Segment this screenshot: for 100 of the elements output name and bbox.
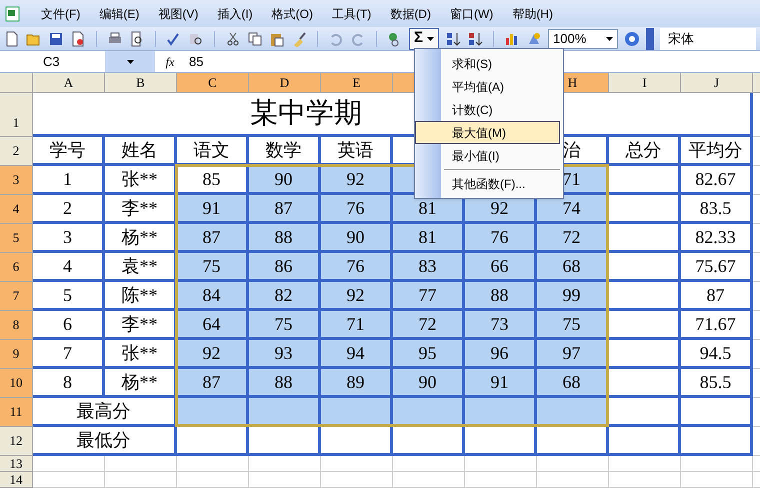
column-header[interactable]: B [105, 73, 177, 93]
table-cell-text: 李** [122, 196, 158, 220]
menu-item[interactable]: 格式(O) [272, 4, 313, 22]
row-header[interactable]: 5 [0, 224, 33, 253]
table-cell-text: 68 [562, 254, 580, 278]
table-cell-text: 学号 [50, 138, 86, 162]
row-header[interactable]: 3 [0, 166, 33, 195]
table-cell [681, 472, 753, 488]
row-header[interactable]: 13 [0, 456, 33, 472]
table-cell-text: 92 [490, 196, 508, 220]
excel-document-icon[interactable] [4, 4, 22, 22]
table-cell [105, 472, 177, 488]
menu-item[interactable]: 窗口(W) [450, 4, 494, 22]
table-cell-text: 76 [490, 226, 508, 248]
menu-item[interactable]: 帮助(H) [512, 4, 553, 22]
column-header[interactable]: E [321, 73, 393, 93]
table-cell-text: 92 [346, 284, 364, 306]
caret-icon[interactable] [126, 60, 134, 64]
column-header[interactable]: A [33, 73, 105, 93]
table-cell-text: 陈** [122, 284, 158, 306]
row-header[interactable]: 12 [0, 427, 33, 456]
column-header[interactable]: I [609, 73, 681, 93]
table-cell [537, 472, 609, 488]
table-cell-text: 90 [274, 168, 292, 190]
table-cell-text: 68 [562, 370, 580, 394]
table-cell-text: 81 [418, 226, 436, 248]
table-cell-text: 英语 [338, 138, 374, 162]
table-cell-text: 75 [274, 312, 292, 336]
table-cell-text: 88 [274, 226, 292, 248]
function-label[interactable]: fx [155, 52, 185, 70]
table-cell [465, 456, 537, 472]
table-cell-text: 2 [63, 196, 72, 220]
new-document-icon[interactable] [4, 30, 20, 46]
menu-item[interactable]: 文件(F) [41, 4, 80, 22]
table-cell-text: 88 [274, 370, 292, 394]
table-cell [609, 456, 681, 472]
table-cell-text: 66 [490, 254, 508, 278]
table-cell [105, 456, 177, 472]
table-cell-text: 杨** [122, 370, 158, 394]
menu-item[interactable]: 其他函数(F)... [415, 172, 560, 195]
table-cell-text: 76 [346, 254, 364, 278]
menu-item[interactable]: 工具(T) [332, 4, 372, 22]
row-header[interactable]: 11 [0, 398, 33, 427]
table-cell-text: 平均分 [688, 138, 742, 162]
table-cell-text: 数学 [266, 138, 302, 162]
toolbar-options-button[interactable] [646, 28, 654, 50]
drawing-icon[interactable] [526, 30, 542, 46]
row-header[interactable]: 9 [0, 340, 33, 369]
column-header[interactable]: C [177, 73, 249, 93]
zoom-field[interactable]: 100% [548, 28, 618, 48]
column-header[interactable]: J [681, 73, 753, 93]
menu-item[interactable]: 最大值(M) [415, 121, 560, 144]
table-cell [465, 427, 537, 456]
table-cell-text: 李** [122, 312, 158, 336]
caret-icon[interactable] [606, 36, 614, 40]
menu-item[interactable]: 求和(S) [415, 52, 560, 75]
table-cell-text: 治 [562, 138, 580, 162]
row-header[interactable]: 4 [0, 195, 33, 224]
menu-item[interactable]: 视图(V) [158, 4, 198, 22]
table-cell-text: 82.67 [695, 168, 736, 190]
table-cell-text: 1 [63, 168, 72, 190]
table-cell-text: 87 [202, 226, 220, 248]
row-header[interactable]: 6 [0, 253, 33, 282]
menu-item[interactable]: 插入(I) [217, 4, 253, 22]
column-header[interactable]: D [249, 73, 321, 93]
copy-icon[interactable] [247, 30, 263, 46]
table-cell-text: 75 [562, 312, 580, 336]
table-cell-text: 75 [202, 254, 220, 278]
sort-descending-icon[interactable] [467, 30, 484, 46]
menu-item[interactable]: 编辑(E) [99, 4, 140, 22]
table-cell-text: 73 [490, 312, 508, 336]
table-cell [537, 456, 609, 472]
table-cell-text: 杨** [122, 226, 158, 248]
row-header[interactable]: 14 [0, 472, 33, 488]
sort-ascending-icon[interactable] [445, 30, 462, 46]
help-icon[interactable] [624, 30, 640, 46]
table-cell-text: 99 [562, 284, 580, 306]
table-cell-text: 72 [418, 312, 436, 336]
save-icon[interactable] [48, 30, 64, 46]
table-cell-text: 85 [202, 168, 220, 190]
row-header[interactable]: 10 [0, 369, 33, 398]
table-cell-text: 总分 [626, 138, 662, 162]
menu-item[interactable]: 数据(D) [390, 4, 431, 22]
row-header[interactable]: 1 [0, 93, 33, 137]
table-cell-text: 96 [490, 342, 508, 364]
table-cell-text: 90 [418, 370, 436, 394]
permission-icon[interactable] [70, 30, 86, 46]
autosum-button[interactable]: Σ [409, 28, 440, 50]
row-header[interactable]: 7 [0, 282, 33, 311]
table-cell [537, 427, 609, 456]
cut-icon[interactable] [225, 30, 241, 46]
table-cell-text: 4 [63, 254, 72, 278]
caret-icon[interactable] [427, 36, 434, 40]
row-header[interactable]: 8 [0, 311, 33, 340]
formula-field[interactable]: 85 [185, 52, 204, 72]
table-cell-text: 张** [122, 342, 158, 364]
menu-item[interactable]: 最小值(I) [415, 144, 560, 167]
menu-item[interactable]: 计数(C) [415, 98, 560, 121]
row-header[interactable]: 2 [0, 137, 33, 166]
font-field[interactable]: 宋体 [660, 28, 756, 50]
